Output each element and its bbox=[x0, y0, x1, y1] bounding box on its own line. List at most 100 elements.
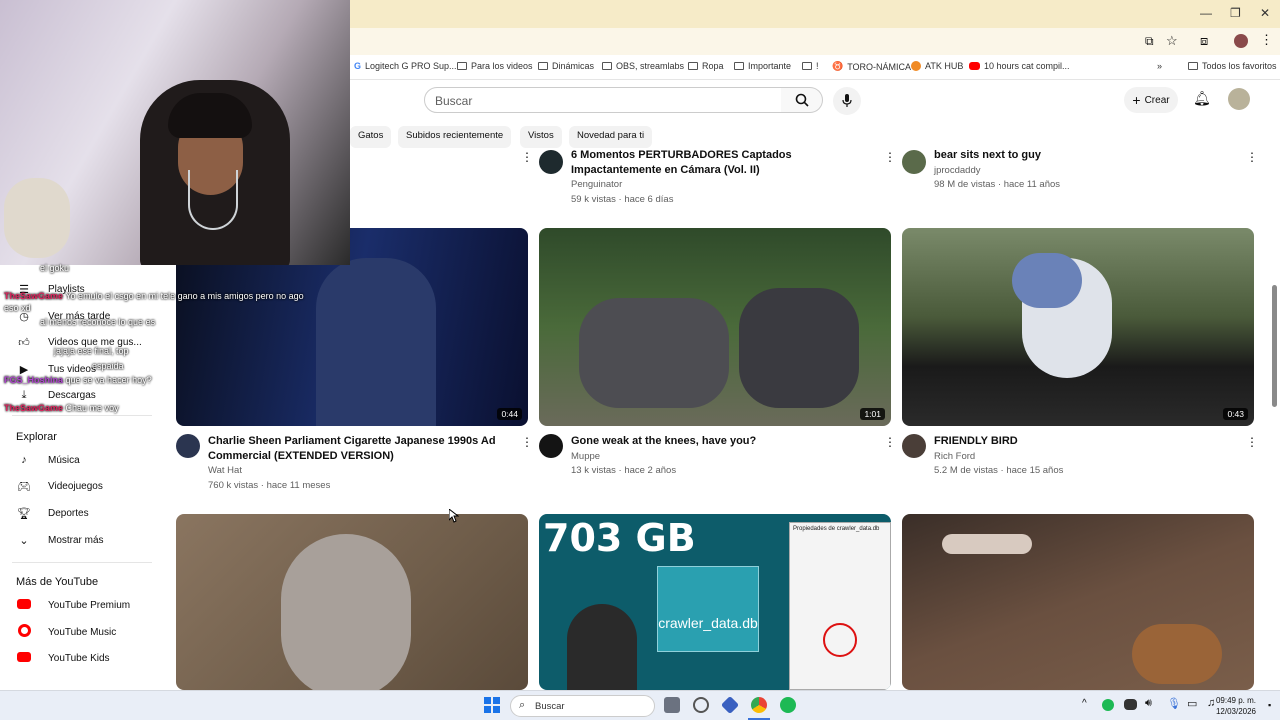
close-icon[interactable]: ✕ bbox=[1260, 6, 1270, 20]
video-thumbnail[interactable] bbox=[176, 514, 528, 690]
bookmark-item[interactable]: G Logitech G PRO Sup... bbox=[354, 61, 457, 71]
browser-toolbar: ⧉ ☆ ⧈ ⋮ bbox=[350, 28, 1280, 55]
discord-icon[interactable] bbox=[1124, 699, 1137, 710]
sidebar-item-show-more[interactable]: ⌄ Mostrar más bbox=[16, 531, 103, 549]
video-thumbnail[interactable]: 703 GB crawler_data.db Propiedades de cr… bbox=[539, 514, 891, 690]
bookmark-item[interactable]: ATK HUB bbox=[911, 61, 963, 71]
network-icon[interactable]: ▭ bbox=[1187, 697, 1197, 710]
thumbnail-text: 703 GB bbox=[543, 516, 696, 560]
channel-avatar[interactable] bbox=[902, 434, 926, 458]
channel-name[interactable]: Rich Ford bbox=[934, 451, 975, 462]
spotify-icon[interactable] bbox=[780, 697, 796, 713]
channel-avatar[interactable] bbox=[539, 150, 563, 174]
video-title[interactable]: bear sits next to guy bbox=[934, 148, 1234, 163]
channel-name[interactable]: Wat Hat bbox=[208, 465, 242, 476]
create-button[interactable]: + Crear bbox=[1124, 87, 1178, 113]
notifications-bell-icon[interactable]: 🔔︎ bbox=[1193, 90, 1211, 107]
bookmark-folder[interactable]: OBS, streamlabs bbox=[602, 61, 684, 71]
taskbar-clock[interactable]: 09:49 p. m. 12/03/2026 bbox=[1216, 695, 1256, 717]
more-options-icon[interactable]: ⋮ bbox=[521, 150, 533, 164]
channel-avatar[interactable] bbox=[902, 150, 926, 174]
music-icon: ♪ bbox=[21, 454, 27, 466]
bookmark-folder[interactable]: Dinámicas bbox=[538, 61, 594, 71]
page-scrollbar[interactable] bbox=[1272, 285, 1277, 407]
more-options-icon[interactable]: ⋮ bbox=[521, 435, 533, 449]
youtube-premium-icon bbox=[16, 598, 32, 612]
star-icon[interactable]: ☆ bbox=[1166, 33, 1178, 49]
chip-gatos[interactable]: Gatos bbox=[350, 126, 392, 148]
more-bookmarks-icon[interactable]: » bbox=[1157, 61, 1162, 71]
bull-icon: ♉ bbox=[832, 61, 844, 71]
spotify-tray-icon[interactable] bbox=[1102, 699, 1114, 711]
microphone-icon[interactable]: 🎙︎ bbox=[1167, 697, 1181, 710]
sidebar-item-sports[interactable]: 🏆︎ Deportes bbox=[16, 504, 89, 522]
properties-dialog: Propiedades de crawler_data.db bbox=[789, 522, 891, 690]
video-thumbnail[interactable] bbox=[902, 514, 1254, 690]
chevron-up-icon[interactable]: ^ bbox=[1082, 698, 1087, 709]
bookmark-item[interactable]: ♉ TORO-NÁMICA bbox=[832, 61, 911, 72]
folder-icon bbox=[802, 62, 812, 70]
video-title[interactable]: 6 Momentos PERTURBADORES Captados Impact… bbox=[571, 148, 871, 178]
video-thumbnail[interactable]: 1:01 bbox=[539, 228, 891, 426]
install-icon[interactable]: ⧉ bbox=[1145, 34, 1154, 49]
video-meta: 13 k vistas · hace 2 años bbox=[571, 465, 677, 476]
chevron-down-icon: ⌄ bbox=[19, 534, 29, 547]
sidebar-item-premium[interactable]: YouTube Premium bbox=[16, 596, 130, 614]
sidebar-item-kids[interactable]: YouTube Kids bbox=[16, 649, 110, 667]
account-avatar[interactable] bbox=[1228, 88, 1250, 110]
video-title[interactable]: Gone weak at the knees, have you? bbox=[571, 434, 871, 449]
minimize-icon[interactable]: — bbox=[1200, 6, 1212, 20]
chip-watched[interactable]: Vistos bbox=[520, 126, 562, 148]
channel-name[interactable]: Penguinator bbox=[571, 179, 622, 190]
bookmarks-bar: G Logitech G PRO Sup... Para los videos D… bbox=[350, 55, 1280, 80]
search-button[interactable] bbox=[781, 87, 823, 113]
search-icon bbox=[795, 93, 809, 107]
mouse-cursor-icon bbox=[449, 509, 459, 523]
speaker-icon[interactable]: ♫ bbox=[1207, 697, 1215, 709]
mic-button[interactable] bbox=[833, 87, 861, 115]
channel-name[interactable]: jprocdaddy bbox=[934, 165, 980, 176]
start-icon[interactable] bbox=[484, 697, 500, 713]
bookmark-folder[interactable]: Para los videos bbox=[457, 61, 533, 71]
bookmark-folder[interactable]: ! bbox=[802, 61, 819, 71]
menu-icon[interactable]: ⋮ bbox=[1260, 32, 1273, 48]
thumbnail-figure bbox=[567, 604, 637, 690]
google-icon: G bbox=[354, 61, 362, 71]
volume-icon[interactable]: 🔊︎ bbox=[1145, 697, 1152, 710]
channel-avatar[interactable] bbox=[176, 434, 200, 458]
restore-icon[interactable]: ❐ bbox=[1230, 6, 1241, 20]
chip-new[interactable]: Novedad para ti bbox=[569, 126, 653, 148]
channel-avatar[interactable] bbox=[539, 434, 563, 458]
app-icon[interactable] bbox=[720, 695, 740, 715]
more-options-icon[interactable]: ⋮ bbox=[884, 150, 896, 164]
more-options-icon[interactable]: ⋮ bbox=[1246, 435, 1258, 449]
highlight-circle bbox=[823, 623, 857, 657]
chrome-icon[interactable] bbox=[751, 697, 767, 713]
chip-recent[interactable]: Subidos recientemente bbox=[398, 126, 512, 148]
sidebar-item-music-app[interactable]: YouTube Music bbox=[16, 623, 116, 641]
video-thumbnail[interactable]: 0:43 bbox=[902, 228, 1254, 426]
video-meta: 5.2 M de vistas · hace 15 años bbox=[934, 465, 1064, 476]
all-bookmarks[interactable]: Todos los favoritos bbox=[1188, 61, 1277, 71]
more-options-icon[interactable]: ⋮ bbox=[884, 435, 896, 449]
video-title[interactable]: Charlie Sheen Parliament Cigarette Japan… bbox=[208, 434, 508, 464]
channel-name[interactable]: Muppe bbox=[571, 451, 600, 462]
task-view-icon[interactable] bbox=[664, 697, 680, 713]
search-input[interactable]: Buscar bbox=[424, 87, 782, 113]
notifications-icon[interactable]: ▪ bbox=[1268, 700, 1271, 710]
folder-icon bbox=[538, 62, 548, 70]
more-options-icon[interactable]: ⋮ bbox=[1246, 150, 1258, 164]
sidebar-item-music[interactable]: ♪ Música bbox=[16, 451, 79, 469]
bookmark-folder[interactable]: Ropa bbox=[688, 61, 724, 71]
taskbar-search[interactable]: ⌕ Buscar bbox=[510, 695, 655, 717]
steam-icon[interactable] bbox=[693, 697, 709, 713]
video-duration: 0:44 bbox=[497, 408, 522, 420]
video-title[interactable]: FRIENDLY BIRD bbox=[934, 434, 1234, 449]
folder-icon bbox=[457, 62, 467, 70]
extensions-icon[interactable]: ⧈ bbox=[1200, 33, 1208, 49]
sidebar-item-gaming[interactable]: 🎮︎ Videojuegos bbox=[16, 477, 103, 495]
bookmark-item[interactable]: 10 hours cat compil... bbox=[969, 61, 1070, 71]
profile-avatar[interactable] bbox=[1234, 34, 1248, 48]
bookmark-folder[interactable]: Importante bbox=[734, 61, 791, 71]
necklace bbox=[188, 170, 238, 230]
